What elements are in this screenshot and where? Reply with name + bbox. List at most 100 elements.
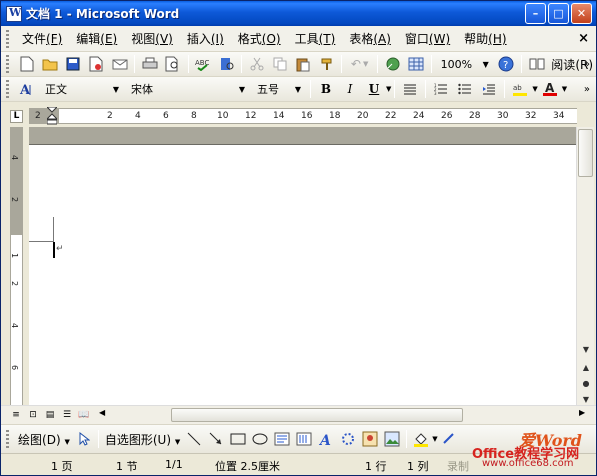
horizontal-scroll-thumb[interactable] (171, 408, 463, 422)
maximize-button[interactable]: □ (548, 3, 569, 24)
reading-layout-view-icon[interactable]: 📖 (77, 408, 91, 422)
underline-button[interactable]: U (364, 79, 384, 99)
menu-window[interactable]: 窗口(W) (398, 30, 457, 47)
scroll-right-arrow-icon[interactable]: ▶ (579, 408, 585, 417)
scroll-left-arrow-icon[interactable]: ◀ (99, 408, 105, 417)
draw-menu-button[interactable]: 绘图(D) ▼ (15, 431, 73, 448)
menu-tools[interactable]: 工具(T) (288, 30, 343, 47)
open-folder-icon[interactable] (40, 54, 59, 74)
new-document-icon[interactable] (17, 54, 36, 74)
font-color-icon[interactable]: A (540, 79, 560, 99)
numbered-list-icon[interactable]: 123 (431, 79, 451, 99)
standard-toolbar: ABC ↶ ▼ 100% ▼ ? 阅读(R) » (1, 52, 596, 77)
document-close-icon[interactable]: × (578, 31, 589, 46)
title-bar[interactable]: 文档 1 - Microsoft Word – □ ✕ (1, 1, 596, 26)
styles-formatting-icon[interactable]: A (17, 79, 37, 99)
arrow-icon[interactable] (207, 430, 225, 448)
minimize-button[interactable]: – (525, 3, 546, 24)
menubar-grip[interactable] (6, 29, 9, 48)
oval-icon[interactable] (251, 430, 269, 448)
font-color-dropdown-icon[interactable]: ▼ (562, 85, 567, 93)
italic-button[interactable]: I (340, 79, 360, 99)
vertical-text-box-icon[interactable] (295, 430, 313, 448)
undo-icon[interactable]: ↶ ▼ (347, 54, 372, 74)
toolbar-grip[interactable] (6, 80, 9, 98)
vertical-ruler[interactable]: 4 2 1 2 4 6 (10, 127, 23, 405)
decrease-indent-icon[interactable] (479, 79, 499, 99)
menu-view[interactable]: 视图(V) (124, 30, 180, 47)
line-icon[interactable] (185, 430, 203, 448)
paste-icon[interactable] (294, 54, 313, 74)
clip-art-icon[interactable] (361, 430, 379, 448)
permission-icon[interactable] (87, 54, 106, 74)
save-icon[interactable] (63, 54, 82, 74)
word-app-icon[interactable] (6, 5, 22, 22)
select-browse-object-icon[interactable]: ● (578, 375, 594, 391)
rectangle-icon[interactable] (229, 430, 247, 448)
insert-table-icon[interactable] (406, 54, 425, 74)
spelling-check-icon[interactable]: ABC (194, 54, 213, 74)
cut-icon[interactable] (247, 54, 266, 74)
menu-help[interactable]: 帮助(H) (457, 30, 513, 47)
highlight-dropdown-icon[interactable]: ▼ (532, 85, 537, 93)
email-icon[interactable] (110, 54, 129, 74)
vertical-scroll-thumb[interactable] (578, 129, 593, 177)
status-page-of: 1/1 (165, 458, 183, 471)
font-size-select[interactable]: 五号 ▼ (254, 80, 304, 99)
status-column: 1 列 (407, 460, 429, 473)
bold-button[interactable]: B (316, 79, 336, 99)
bulleted-list-icon[interactable] (455, 79, 475, 99)
line-color-icon[interactable] (440, 430, 458, 448)
close-button[interactable]: ✕ (571, 3, 592, 24)
insert-picture-icon[interactable] (383, 430, 401, 448)
select-objects-icon[interactable] (75, 430, 93, 448)
print-layout-view-icon[interactable]: ▤ (43, 408, 57, 422)
print-icon[interactable] (140, 54, 159, 74)
copy-icon[interactable] (270, 54, 289, 74)
diagram-icon[interactable] (339, 430, 357, 448)
autoshapes-button[interactable]: 自选图形(U) ▼ (102, 431, 183, 448)
tab-selector[interactable]: L (10, 110, 23, 123)
toolbar-separator (406, 430, 408, 448)
hyperlink-icon[interactable] (383, 54, 402, 74)
toolbar-options-icon[interactable]: » (584, 84, 590, 95)
toolbar-options-icon[interactable]: » (584, 59, 590, 70)
underline-dropdown-icon[interactable]: ▼ (386, 85, 391, 93)
format-painter-icon[interactable] (317, 54, 336, 74)
ruler-tick: 24 (413, 111, 425, 121)
indent-marker-icon[interactable] (47, 107, 57, 125)
print-preview-icon[interactable] (163, 54, 182, 74)
toolbar-grip[interactable] (6, 55, 9, 73)
style-select[interactable]: 正文 ▼ (42, 80, 122, 99)
fill-color-dropdown-icon[interactable]: ▼ (432, 435, 437, 443)
highlight-icon[interactable]: ab (510, 79, 530, 99)
zoom-select[interactable]: 100% ▼ (438, 55, 492, 74)
menu-edit[interactable]: 编辑(E) (69, 30, 124, 47)
help-icon[interactable]: ? (497, 54, 516, 74)
menu-insert[interactable]: 插入(I) (180, 30, 231, 47)
scroll-down-arrow-icon[interactable]: ▼ (578, 341, 594, 357)
font-select[interactable]: 宋体 ▼ (128, 80, 248, 99)
previous-page-icon[interactable]: ▲ (578, 359, 594, 375)
outline-view-icon[interactable]: ☰ (60, 408, 74, 422)
horizontal-ruler[interactable]: 2 2 4 6 8 10 12 14 16 18 20 22 24 26 28 … (29, 107, 577, 125)
menu-table[interactable]: 表格(A) (342, 30, 398, 47)
text-box-icon[interactable] (273, 430, 291, 448)
status-record[interactable]: 录制 (447, 458, 469, 474)
toolbar-separator (241, 55, 243, 73)
document-page[interactable] (29, 127, 576, 405)
read-mode-icon[interactable] (527, 54, 546, 74)
normal-view-icon[interactable]: ≡ (9, 408, 23, 422)
ruler-tick: 2 (10, 196, 20, 203)
menu-file[interactable]: 文件(F) (15, 30, 69, 47)
fill-color-icon[interactable] (412, 430, 430, 448)
text-cursor (53, 242, 55, 258)
menu-format[interactable]: 格式(O) (231, 30, 288, 47)
toolbar-grip[interactable] (6, 430, 9, 448)
web-layout-view-icon[interactable]: ⊡ (26, 408, 40, 422)
ruler-tick: 4 (135, 111, 141, 121)
research-icon[interactable] (217, 54, 236, 74)
wordart-icon[interactable]: A (317, 430, 335, 448)
vertical-scrollbar[interactable]: ▼ ▲ ● ▼ (576, 127, 594, 405)
justify-icon[interactable] (400, 79, 420, 99)
